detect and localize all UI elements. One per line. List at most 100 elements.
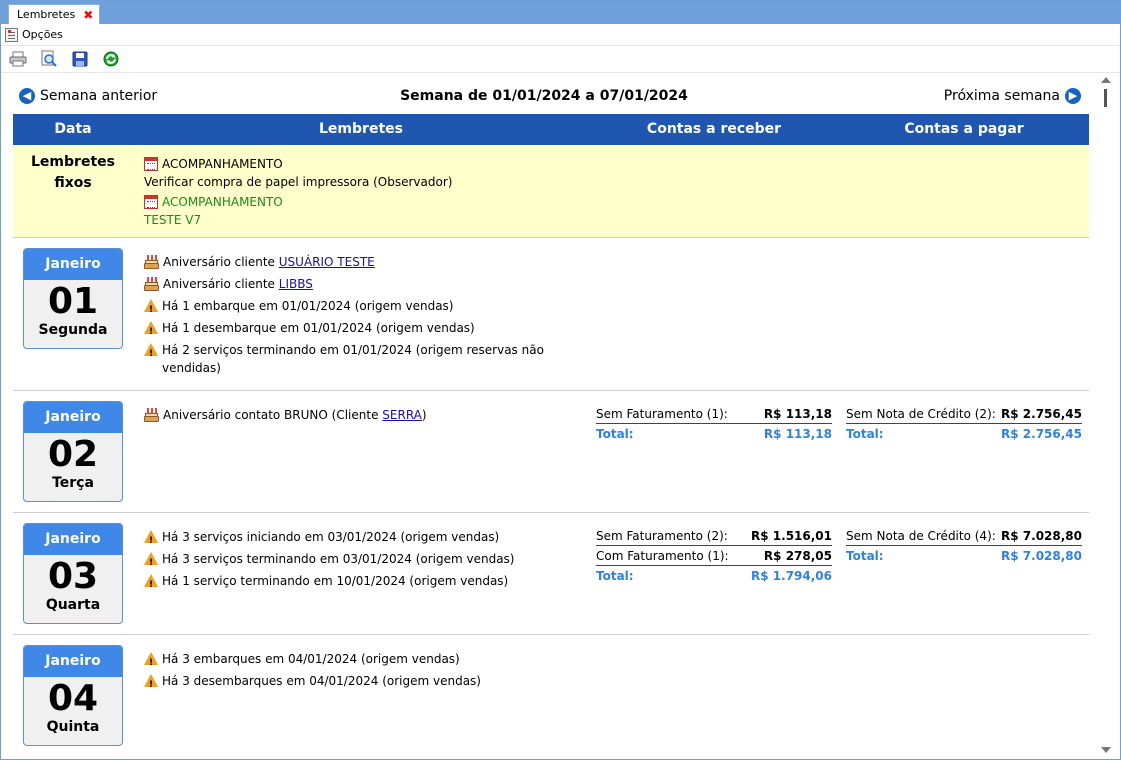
warning-icon <box>144 674 158 694</box>
scroll-down-arrow-icon[interactable] <box>1101 747 1111 753</box>
tab-label: Lembretes <box>17 8 76 21</box>
finance-label: Sem Nota de Crédito (2): <box>846 407 996 421</box>
print-icon[interactable] <box>8 49 28 69</box>
warning-icon <box>144 552 158 572</box>
fixed-reminder-text: Verificar compra de papel impressora (Ob… <box>144 175 453 189</box>
reminder-text: Há 3 embarques em 04/01/2024 (origem ven… <box>162 650 564 668</box>
finance-label: Sem Nota de Crédito (4): <box>846 529 996 543</box>
finance-line: Sem Nota de Crédito (4): R$ 7.028,80 <box>846 526 1082 546</box>
reminder-item: Há 3 serviços iniciando em 03/01/2024 (o… <box>144 528 564 550</box>
calendar-icon <box>144 157 158 171</box>
fixed-reminders-list: ACOMPANHAMENTO Verificar compra de papel… <box>144 155 452 229</box>
app-window: Lembretes ✖ Opções ◀ Semana anterior Sem… <box>0 0 1121 760</box>
reminder-text-prefix: Há 1 desembarque em 01/01/2024 (origem v… <box>162 321 475 335</box>
next-week-button[interactable]: Próxima semana ▶ <box>944 88 1081 104</box>
finance-label: Com Faturamento (1): <box>596 549 729 563</box>
day-row: Janeiro 02 Terça Aniversário contato BRUNO … <box>13 391 1089 513</box>
fixed-reminder-title[interactable]: ACOMPANHAMENTO <box>144 155 452 173</box>
finance-value: R$ 1.516,01 <box>751 529 832 543</box>
total-value: R$ 113,18 <box>763 427 832 441</box>
payables-summary: Sem Nota de Crédito (4): R$ 7.028,80 Total… <box>846 526 1082 566</box>
calendar-weekday: Terça <box>52 475 94 491</box>
reminder-text-prefix: Há 3 serviços iniciando em 03/01/2024 (o… <box>162 530 500 544</box>
table-header: Data Lembretes Contas a receber Contas a… <box>13 114 1089 145</box>
finance-value: R$ 2.756,45 <box>1001 407 1082 421</box>
calendar-weekday: Quinta <box>46 719 100 735</box>
warning-icon <box>144 343 158 363</box>
warning-icon <box>144 321 158 341</box>
week-navigation: ◀ Semana anterior Semana de 01/01/2024 a… <box>13 73 1089 114</box>
reminder-text: Há 1 serviço terminando em 10/01/2024 (o… <box>162 572 564 590</box>
reminder-item: Há 2 serviços terminando em 01/01/2024 (… <box>144 341 564 377</box>
arrow-right-icon: ▶ <box>1065 88 1081 104</box>
week-title: Semana de 01/01/2024 a 07/01/2024 <box>400 88 688 104</box>
calendar-date-card: Janeiro 03 Quarta <box>23 523 123 624</box>
reminder-text-prefix: Aniversário contato BRUNO (Cliente <box>163 408 383 422</box>
total-label: Total: <box>596 569 634 583</box>
reminder-item: Há 3 serviços terminando em 03/01/2024 (… <box>144 550 564 572</box>
reminder-list: Aniversário contato BRUNO (Cliente SERRA… <box>144 406 564 428</box>
reminder-text-prefix: Há 3 embarques em 04/01/2024 (origem ven… <box>162 652 460 666</box>
fixed-reminder-title[interactable]: ACOMPANHAMENTO <box>144 193 452 211</box>
column-header-payables: Contas a pagar <box>904 121 1024 137</box>
reminder-text: Há 3 serviços iniciando em 03/01/2024 (o… <box>162 528 564 546</box>
column-header-reminders: Lembretes <box>319 121 403 137</box>
finance-line: Sem Faturamento (2): R$ 1.516,01 <box>596 526 832 546</box>
reminder-item: Há 1 embarque em 01/01/2024 (origem vend… <box>144 297 564 319</box>
client-link[interactable]: LIBBS <box>279 277 313 291</box>
scroll-up-arrow-icon[interactable] <box>1101 77 1111 83</box>
tab-lembretes[interactable]: Lembretes ✖ <box>8 4 101 24</box>
reminder-text-prefix: Há 2 serviços terminando em 01/01/2024 (… <box>162 343 544 375</box>
scroll-thumb[interactable] <box>1104 89 1107 107</box>
calendar-weekday: Segunda <box>38 322 108 338</box>
reminder-item: Há 3 desembarques em 04/01/2024 (origem … <box>144 672 564 694</box>
receivables-summary: Sem Faturamento (2): R$ 1.516,01 Com Fatur… <box>596 526 832 586</box>
fixed-reminders-row: Lembretes fixos ACOMPANHAMENTO Verificar… <box>13 145 1089 238</box>
calendar-day-number: 04 <box>47 678 99 719</box>
finance-label: Sem Faturamento (1): <box>596 407 728 421</box>
finance-total: Total: R$ 2.756,45 <box>846 424 1082 444</box>
finance-line: Com Faturamento (1): R$ 278,05 <box>596 546 832 566</box>
reminder-text: Aniversário cliente LIBBS <box>163 275 564 293</box>
calendar-weekday: Quarta <box>45 597 101 613</box>
reminder-text-suffix: ) <box>421 408 427 422</box>
reminder-text: Aniversário contato BRUNO (Cliente SERRA… <box>163 406 564 424</box>
total-label: Total: <box>846 427 884 441</box>
next-week-label: Próxima semana <box>943 88 1060 104</box>
finance-value: R$ 7.028,80 <box>1001 529 1082 543</box>
save-icon[interactable] <box>70 49 90 69</box>
day-row: Janeiro 01 Segunda Aniversário cliente USUÁ… <box>13 238 1089 391</box>
birthday-cake-icon <box>144 408 159 422</box>
finance-total: Total: R$ 113,18 <box>596 424 832 444</box>
column-header-date: Data <box>54 121 92 137</box>
refresh-icon[interactable] <box>101 49 121 69</box>
menu-options[interactable]: Opções <box>22 28 63 41</box>
total-value: R$ 7.028,80 <box>1001 549 1082 563</box>
reminder-item: Aniversário cliente USUÁRIO TESTE <box>144 253 564 271</box>
total-value: R$ 2.756,45 <box>1001 427 1082 441</box>
toolbar <box>1 46 1120 73</box>
fixed-reminders-label: Lembretes fixos <box>31 154 115 191</box>
reminder-item: Há 1 desembarque em 01/01/2024 (origem v… <box>144 319 564 341</box>
client-link[interactable]: SERRA <box>382 408 422 422</box>
vertical-scrollbar[interactable] <box>1098 73 1115 759</box>
calendar-day-number: 02 <box>47 434 99 475</box>
close-icon[interactable]: ✖ <box>83 9 93 21</box>
day-row: Janeiro03Quarta Há 3 serviços iniciando e… <box>13 513 1089 635</box>
reminder-text: Aniversário cliente USUÁRIO TESTE <box>163 253 564 271</box>
options-menu-icon <box>5 27 18 42</box>
calendar-month: Janeiro <box>24 646 122 677</box>
calendar-month: Janeiro <box>24 402 122 433</box>
warning-icon <box>144 299 158 319</box>
reminders-view: ◀ Semana anterior Semana de 01/01/2024 a… <box>13 73 1089 759</box>
total-label: Total: <box>846 549 884 563</box>
reminder-text: Há 2 serviços terminando em 01/01/2024 (… <box>162 341 564 377</box>
finance-value: R$ 113,18 <box>763 407 832 421</box>
reminder-text: Há 1 embarque em 01/01/2024 (origem vend… <box>162 297 564 315</box>
preview-icon[interactable] <box>39 49 59 69</box>
reminder-text-prefix: Aniversário cliente <box>163 255 279 269</box>
column-header-receivables: Contas a receber <box>646 121 782 137</box>
client-link[interactable]: USUÁRIO TESTE <box>279 255 375 269</box>
reminder-list: Há 3 serviços iniciando em 03/01/2024 (o… <box>144 528 564 594</box>
calendar-month: Janeiro <box>24 524 122 555</box>
